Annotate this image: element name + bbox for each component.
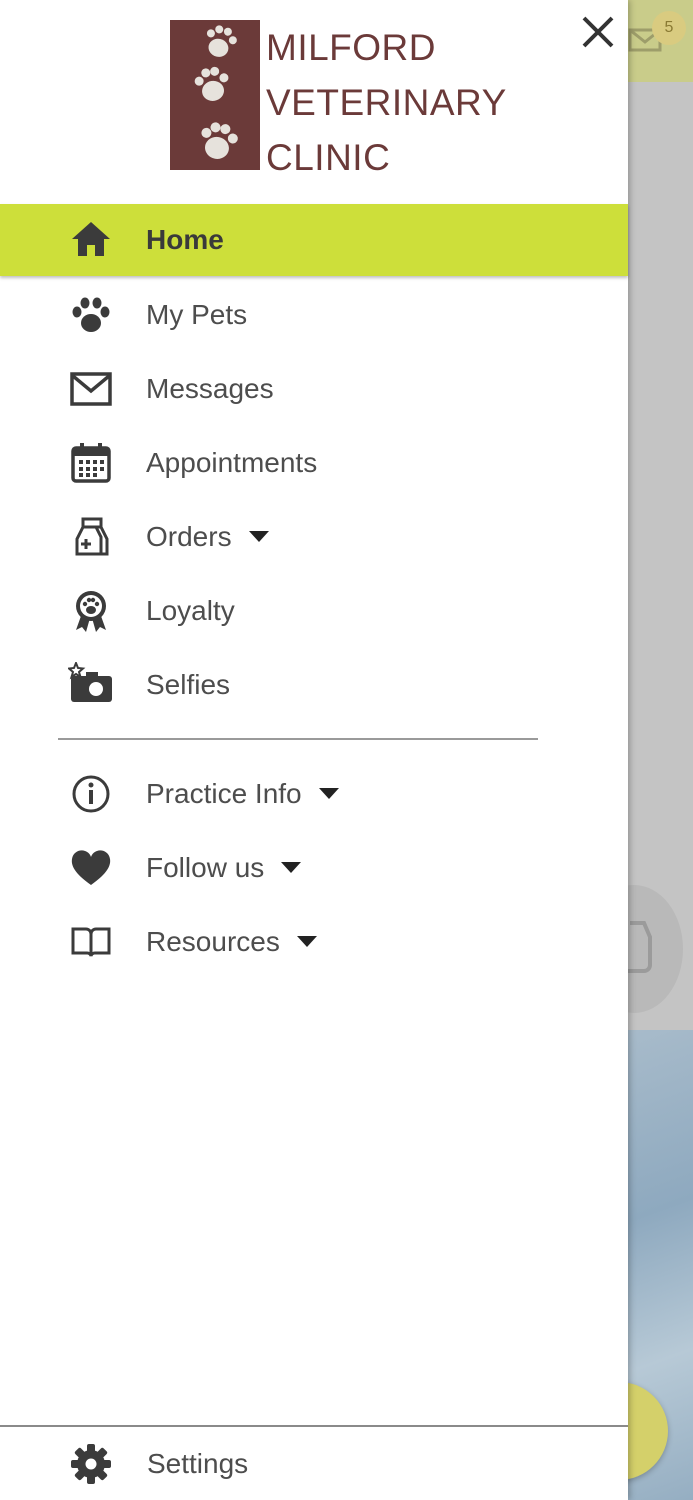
menu-item-settings[interactable]: Settings — [0, 1428, 628, 1500]
menu-item-label: Orders — [146, 521, 269, 553]
menu-item-messages[interactable]: Messages — [0, 352, 628, 426]
menu-item-label: Practice Info — [146, 778, 339, 810]
menu-item-label: My Pets — [146, 299, 248, 330]
menu-item-label: Follow us — [146, 852, 302, 884]
menu-item-resources[interactable]: Resources — [0, 905, 628, 979]
notification-badge: 5 — [652, 11, 686, 45]
secondary-menu: Practice Info Follow us Resources — [0, 757, 628, 979]
main-menu: Home My Pets Messages Appointments Order… — [0, 204, 628, 722]
award-ribbon-icon — [76, 591, 106, 632]
menu-item-my-pets[interactable]: My Pets — [0, 278, 628, 352]
mail-icon — [70, 372, 112, 406]
menu-item-follow-us[interactable]: Follow us — [0, 831, 628, 905]
menu-item-label: Home — [146, 224, 224, 255]
dropdown-arrow-icon — [296, 936, 317, 948]
menu-item-appointments[interactable]: Appointments — [0, 426, 628, 500]
clinic-name: MILFORD VETERINARY CLINIC — [266, 20, 507, 185]
navigation-drawer: MILFORD VETERINARY CLINIC Home My Pets M… — [0, 0, 628, 1500]
dropdown-arrow-icon — [318, 788, 339, 800]
menu-item-orders[interactable]: Orders — [0, 500, 628, 574]
heart-icon — [71, 850, 111, 885]
menu-item-label: Selfies — [146, 669, 231, 700]
paw-icon — [72, 297, 110, 332]
menu-item-label: Messages — [146, 373, 274, 404]
book-icon — [71, 927, 111, 957]
menu-item-loyalty[interactable]: Loyalty — [0, 574, 628, 648]
logo-line-2: VETERINARY — [266, 82, 507, 123]
settings-divider — [0, 1425, 628, 1427]
camera-star-icon — [68, 662, 112, 702]
logo-line-1: MILFORD — [266, 27, 436, 68]
menu-item-selfies[interactable]: Selfies — [0, 648, 628, 722]
dropdown-arrow-icon — [281, 862, 302, 874]
menu-divider — [58, 738, 538, 740]
paw-prints-logo-mark — [170, 20, 260, 170]
dropdown-arrow-icon — [248, 531, 269, 543]
calendar-icon — [71, 443, 111, 483]
medicine-bag-icon — [75, 517, 109, 556]
close-icon[interactable] — [576, 10, 620, 54]
clinic-logo: MILFORD VETERINARY CLINIC — [170, 20, 506, 178]
info-icon — [72, 775, 110, 813]
menu-item-label: Appointments — [146, 447, 318, 478]
gear-icon — [71, 1444, 111, 1484]
menu-item-label: Loyalty — [146, 595, 235, 626]
menu-item-practice-info[interactable]: Practice Info — [0, 757, 628, 831]
home-icon — [72, 222, 110, 256]
logo-line-3: CLINIC — [266, 137, 391, 178]
menu-item-label: Resources — [146, 926, 317, 958]
menu-item-home[interactable]: Home — [0, 204, 628, 276]
menu-item-label: Settings — [147, 1448, 249, 1479]
